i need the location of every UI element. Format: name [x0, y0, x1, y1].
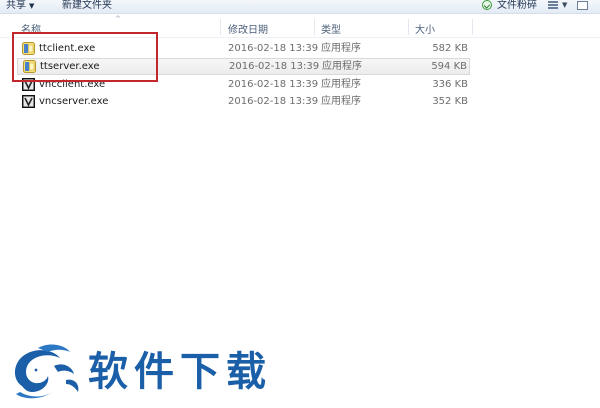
file-type: 应用程序	[321, 43, 361, 54]
new-folder-button[interactable]: 新建文件夹	[62, 0, 112, 12]
view-list-icon-line	[548, 4, 558, 6]
view-options-caret-icon[interactable]: ▼	[562, 0, 567, 11]
sort-ascending-icon: ^	[115, 15, 121, 23]
share-menu-button[interactable]: 共享 ▼	[6, 0, 34, 12]
shield-check-icon	[482, 0, 492, 10]
file-size: 582 KB	[432, 43, 468, 54]
vnc-app-icon	[22, 95, 35, 108]
file-date: 2016-02-18 13:39	[228, 79, 319, 90]
watermark-text: 软件下载	[88, 349, 272, 395]
view-list-icon	[548, 1, 558, 3]
file-size: 352 KB	[432, 96, 468, 107]
change-view-button[interactable]	[548, 1, 558, 10]
file-date: 2016-02-18 13:39	[229, 61, 320, 72]
share-label: 共享	[6, 0, 26, 11]
column-size[interactable]: 大小	[415, 21, 435, 36]
file-date: 2016-02-18 13:39	[228, 96, 319, 107]
column-date-modified[interactable]: 修改日期	[228, 21, 268, 36]
column-divider[interactable]	[472, 19, 473, 35]
file-size: 336 KB	[432, 79, 468, 90]
red-highlight-box	[12, 32, 158, 82]
dragon-logo-icon	[14, 344, 79, 399]
file-type: 应用程序	[322, 61, 362, 72]
file-size: 594 KB	[431, 61, 467, 72]
file-row-vncserver[interactable]: vncserver.exe 2016-02-18 13:39 应用程序 352 …	[17, 93, 470, 110]
column-type[interactable]: 类型	[321, 21, 341, 36]
file-name: vncserver.exe	[39, 96, 109, 107]
column-divider[interactable]	[314, 19, 315, 35]
view-list-icon-line	[548, 7, 558, 9]
column-divider[interactable]	[220, 19, 221, 35]
file-type: 应用程序	[321, 79, 361, 90]
preview-pane-button[interactable]	[577, 1, 588, 10]
column-divider[interactable]	[408, 19, 409, 35]
chevron-down-icon: ▼	[29, 2, 35, 10]
watermark-logo: 软件下载	[8, 340, 288, 404]
file-shredder-button[interactable]: 文件粉碎	[497, 0, 537, 12]
file-type: 应用程序	[321, 96, 361, 107]
file-date: 2016-02-18 13:39	[228, 43, 319, 54]
command-bar: 共享 ▼ 新建文件夹 文件粉碎 ▼	[0, 0, 600, 14]
